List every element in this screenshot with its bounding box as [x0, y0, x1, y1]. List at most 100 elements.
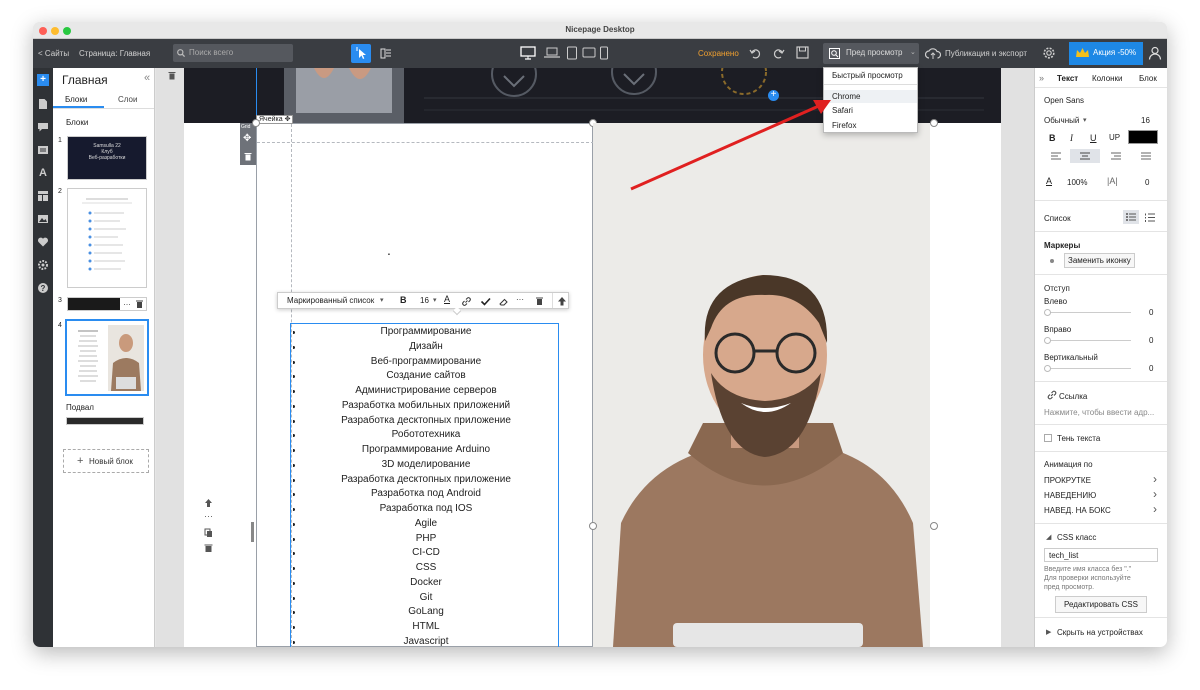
cloud-upload-icon[interactable] [925, 47, 941, 60]
layers-tool-button[interactable] [376, 44, 396, 63]
sections-icon[interactable] [37, 190, 49, 202]
heart-icon[interactable] [37, 236, 49, 248]
slider-knob[interactable] [1044, 309, 1051, 316]
list-item[interactable]: HTML [293, 620, 559, 635]
text-style-select[interactable]: Обычный [1044, 116, 1079, 125]
indent-vertical-slider[interactable] [1044, 365, 1131, 372]
arrow-up-icon[interactable] [557, 296, 567, 306]
more-icon[interactable]: ··· [204, 511, 213, 521]
undo-icon[interactable] [749, 47, 761, 59]
pages-icon[interactable] [37, 98, 49, 110]
animation-scroll[interactable]: ПРОКРУТКЕ [1044, 476, 1091, 485]
save-icon[interactable] [796, 46, 809, 59]
list-item[interactable]: Программирование [293, 325, 559, 340]
block-thumb-4-selected[interactable] [65, 319, 149, 396]
settings-gear-icon[interactable] [1042, 46, 1056, 60]
animation-box-hover[interactable]: НАВЕД. НА БОКС [1044, 506, 1111, 515]
comment-icon[interactable] [37, 121, 49, 133]
menu-item-firefox[interactable]: Firefox [832, 121, 856, 130]
list-item[interactable]: PHP [293, 532, 559, 547]
typography-icon[interactable]: A [37, 167, 49, 179]
numbered-list-icon[interactable] [1145, 213, 1155, 222]
footer-thumb[interactable] [66, 417, 144, 425]
block-thumb-2[interactable] [67, 188, 147, 288]
list-item[interactable]: Разработка десктопных приложение [293, 414, 559, 429]
list-item[interactable]: Docker [293, 576, 559, 591]
underline-button[interactable]: U [1090, 133, 1097, 143]
animation-hover[interactable]: НАВЕДЕНИЮ [1044, 491, 1096, 500]
laptop-device-icon[interactable] [544, 47, 560, 59]
menu-item-chrome[interactable]: Chrome [832, 92, 860, 101]
list-item[interactable]: Git [293, 591, 559, 606]
tablet-landscape-icon[interactable] [582, 47, 596, 58]
image-icon[interactable] [37, 213, 49, 225]
text-block-icon[interactable] [37, 144, 49, 156]
line-height-value[interactable]: 100% [1067, 178, 1087, 187]
list-item[interactable]: Javascript [293, 635, 559, 647]
italic-button[interactable]: I [1070, 133, 1073, 143]
list-item[interactable]: Разработка мобильных приложений [293, 399, 559, 414]
align-right-icon[interactable] [1111, 152, 1121, 160]
redo-icon[interactable] [773, 47, 785, 59]
bold-button[interactable]: B [1049, 133, 1056, 143]
grid-handle[interactable]: Grid ✥ [240, 123, 256, 165]
block-thumb-1[interactable]: Samsulla 22 Клуб Веб-разработки [67, 136, 147, 180]
list-item[interactable]: Создание сайтов [293, 369, 559, 384]
text-color-icon[interactable]: A [444, 294, 450, 304]
collapse-arrow-icon[interactable]: ◢ [1046, 533, 1051, 541]
list-item[interactable]: Веб-программирование [293, 355, 559, 370]
text-color-swatch[interactable] [1128, 130, 1158, 144]
promo-button[interactable]: Акция -50% [1069, 42, 1143, 65]
css-class-input[interactable]: tech_list [1044, 548, 1158, 562]
list-item[interactable]: Администрирование серверов [293, 384, 559, 399]
list-item[interactable]: Разработка под Android [293, 487, 559, 502]
delete-cell-icon[interactable] [244, 152, 252, 161]
chevron-right-icon[interactable]: › [1153, 472, 1157, 486]
resize-handle[interactable] [589, 522, 597, 530]
eraser-icon[interactable] [498, 296, 509, 307]
list-item[interactable]: GoLang [293, 605, 559, 620]
resize-handle[interactable] [930, 119, 938, 127]
indent-left-value[interactable]: 0 [1149, 308, 1153, 317]
move-up-icon[interactable] [204, 498, 213, 508]
new-block-button[interactable]: + Новый блок [63, 449, 149, 473]
trash-icon[interactable] [168, 71, 176, 80]
bulleted-list-button[interactable] [1123, 210, 1139, 224]
align-center-active[interactable] [1070, 149, 1100, 163]
trash-icon[interactable] [535, 296, 544, 306]
select-tool-button[interactable] [351, 44, 371, 63]
tab-layers[interactable]: Слои [118, 95, 137, 104]
trash-icon[interactable] [204, 543, 213, 553]
slider-knob[interactable] [1044, 337, 1051, 344]
indent-right-slider[interactable] [1044, 337, 1131, 344]
side-resize-handle[interactable] [251, 522, 254, 542]
collapse-panel-icon[interactable]: « [144, 72, 150, 84]
user-account-icon[interactable] [1148, 46, 1162, 60]
replace-icon-button[interactable]: Заменить иконку [1064, 253, 1135, 268]
tab-block[interactable]: Блок [1139, 74, 1157, 83]
uppercase-button[interactable]: UP [1109, 133, 1120, 142]
desktop-device-icon[interactable] [520, 46, 536, 60]
move-cell-icon[interactable]: ✥ [243, 133, 251, 144]
more-options-icon[interactable]: … [123, 298, 131, 307]
expand-panel-icon[interactable]: » [1039, 73, 1044, 83]
settings-icon[interactable] [37, 259, 49, 271]
list-item[interactable]: Agile [293, 517, 559, 532]
font-size-selector[interactable]: 16 [420, 296, 429, 305]
phone-device-icon[interactable] [599, 46, 609, 60]
chevron-right-icon[interactable]: › [1153, 502, 1157, 516]
link-input[interactable]: Нажмите, чтобы ввести адр... [1044, 408, 1154, 417]
font-family-value[interactable]: Open Sans [1044, 96, 1084, 105]
publish-export-button[interactable]: Публикация и экспорт [945, 39, 1027, 68]
list-item[interactable]: CSS [293, 561, 559, 576]
resize-handle[interactable] [252, 119, 260, 127]
font-size-value[interactable]: 16 [1141, 116, 1150, 125]
align-left-icon[interactable] [1051, 152, 1061, 160]
more-icon[interactable]: ··· [516, 295, 524, 304]
tab-text[interactable]: Текст [1057, 74, 1078, 83]
check-icon[interactable] [480, 296, 491, 307]
menu-item-quick-preview[interactable]: Быстрый просмотр [832, 71, 903, 80]
list-item[interactable]: Разработка под IOS [293, 502, 559, 517]
list-type-selector[interactable]: Маркированный список [287, 296, 374, 305]
tab-blocks[interactable]: Блоки [65, 95, 87, 104]
